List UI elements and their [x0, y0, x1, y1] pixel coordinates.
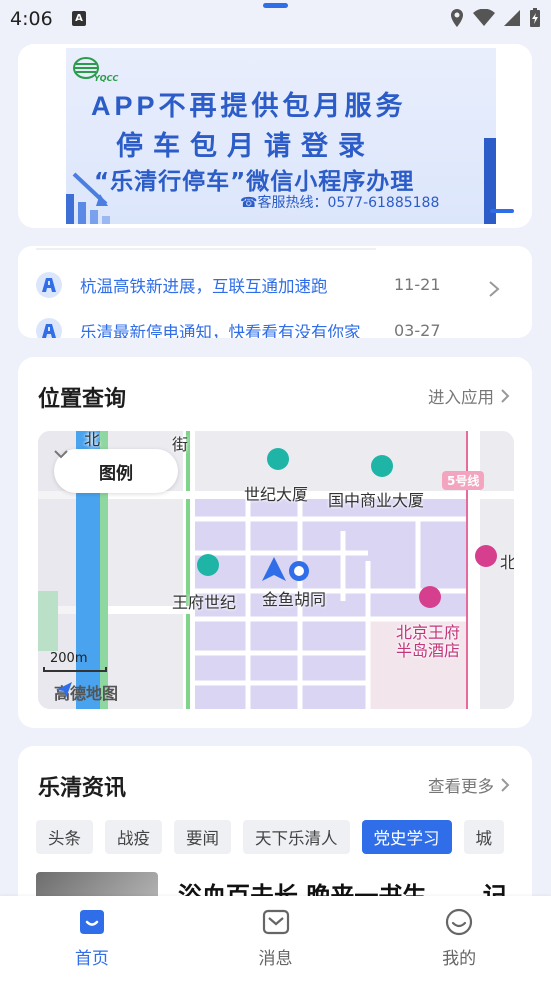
bottom-nav: 首页 消息 我的 — [0, 896, 551, 981]
news-tabs: 头条 战疫 要闻 天下乐清人 党史学习 城 — [36, 820, 504, 854]
road-icon — [36, 318, 62, 338]
ticker-item-date: 03-27 — [394, 321, 441, 338]
amap-logo: 高德地图 — [54, 680, 118, 704]
news-tab[interactable]: 战疫 — [105, 820, 162, 854]
nav-profile[interactable]: 我的 — [367, 896, 551, 981]
map-place-label: 国中商业大厦 — [328, 491, 425, 510]
nav-label: 消息 — [258, 949, 293, 969]
map-scale-bar — [43, 667, 107, 672]
amap-arrow-icon — [56, 682, 72, 698]
drag-handle[interactable] — [263, 3, 288, 8]
ticker-item-date: 11-21 — [394, 275, 441, 294]
home-icon — [79, 910, 104, 934]
banner-image[interactable]: YQCC APP不再提供包月服务 停车包月请登录 “乐清行停车”微信小程序办理 … — [66, 48, 496, 224]
status-icons — [449, 8, 541, 28]
news-tab[interactable]: 要闻 — [174, 820, 231, 854]
profile-icon — [446, 908, 473, 936]
enter-app-label: 进入应用 — [428, 388, 494, 407]
news-title: 乐清资讯 — [38, 776, 127, 801]
chevron-right-icon[interactable] — [488, 280, 500, 298]
notification-icon: A — [72, 11, 86, 26]
message-icon — [262, 909, 289, 935]
map-street-label: 街 — [172, 435, 189, 454]
road-icon — [36, 272, 62, 298]
ticker-item-title: 杭温高铁新进展，互联互通加速跑 — [80, 277, 328, 296]
chevron-down-icon — [54, 450, 68, 459]
map-view[interactable]: 世纪大厦 国中商业大厦 王府世纪 金鱼胡同 北京王府 半岛酒店 北大街 街 北 … — [38, 431, 514, 709]
news-tab[interactable]: 天下乐清人 — [243, 820, 350, 854]
map-scale-text: 200m — [50, 651, 88, 666]
metro-line-badge: 5号线 — [442, 471, 485, 490]
ticker-item[interactable]: 杭温高铁新进展，互联互通加速跑 — [36, 270, 400, 300]
legend-button[interactable]: 图例 — [54, 449, 178, 493]
location-title: 位置查询 — [38, 387, 127, 412]
news-ticker[interactable]: 杭温高铁新进展，互联互通加速跑 11-21 乐清最新停电通知，快看看有没有你家 … — [18, 246, 532, 338]
ticker-previous-item — [36, 246, 376, 250]
nav-messages[interactable]: 消息 — [184, 896, 368, 981]
news-tab[interactable]: 头条 — [36, 820, 93, 854]
banner-hotline: ☎客服热线：0577-61885188 — [240, 195, 440, 211]
ticker-item[interactable]: 乐清最新停电通知，快看看有没有你家 — [36, 316, 400, 338]
chevron-right-icon — [501, 778, 510, 792]
news-tab-active[interactable]: 党史学习 — [361, 820, 452, 854]
location-icon — [451, 9, 463, 27]
nav-label: 首页 — [74, 949, 109, 969]
battery-icon — [530, 8, 540, 27]
wifi-icon — [473, 9, 495, 26]
banner-subline: 停车包月请登录 — [116, 131, 375, 162]
banner-logo-text: YQCC — [94, 74, 119, 83]
status-time: 4:06 — [10, 8, 53, 30]
banner-headline: APP不再提供包月服务 — [91, 91, 407, 121]
nav-label: 我的 — [442, 949, 477, 969]
more-news-label: 查看更多 — [428, 777, 494, 796]
chevron-right-icon — [501, 389, 510, 403]
map-place-label: 半岛酒店 — [396, 641, 461, 660]
map-place-label: 王府世纪 — [172, 593, 237, 612]
more-news-link[interactable]: 查看更多 — [428, 773, 510, 797]
map-edge-label: 北 — [500, 553, 514, 572]
banner-miniapp-line: “乐清行停车”微信小程序办理 — [94, 169, 415, 195]
map-place-label: 金鱼胡同 — [262, 590, 327, 609]
banner-card[interactable]: YQCC APP不再提供包月服务 停车包月请登录 “乐清行停车”微信小程序办理 … — [18, 44, 532, 228]
news-tab[interactable]: 城 — [463, 820, 504, 854]
banner-page-indicator — [490, 209, 514, 213]
enter-app-link[interactable]: 进入应用 — [428, 384, 510, 408]
ticker-item-title: 乐清最新停电通知，快看看有没有你家 — [80, 323, 361, 338]
map-place-label: 世纪大厦 — [244, 485, 309, 504]
signal-icon — [504, 10, 520, 26]
banner-bars-decoration — [66, 172, 110, 224]
location-card: 位置查询 进入应用 世纪大厦 国中商业大厦 王府世纪 金鱼胡同 北京王府 半岛酒… — [18, 357, 532, 728]
nav-home[interactable]: 首页 — [0, 896, 184, 981]
legend-label: 图例 — [99, 463, 133, 484]
